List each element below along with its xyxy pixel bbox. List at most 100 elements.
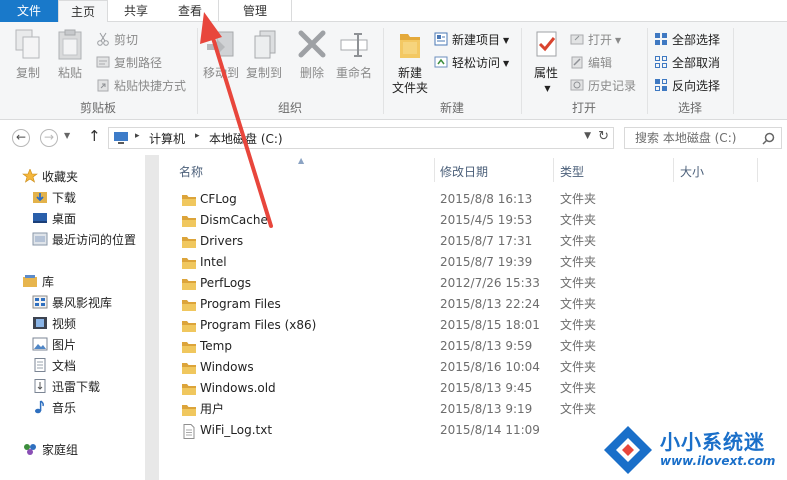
navigation-pane-scrollbar[interactable]: [145, 155, 159, 480]
column-header-name[interactable]: 名称: [179, 162, 203, 182]
copy-path-button[interactable]: 复制路径: [96, 53, 162, 73]
edit-button[interactable]: 编辑: [570, 53, 612, 73]
chevron-down-icon: ▼: [615, 36, 622, 45]
file-name: Program Files (x86): [200, 318, 317, 332]
nav-recent-places-label: 最近访问的位置: [52, 233, 137, 247]
tab-file[interactable]: 文件: [0, 0, 58, 22]
file-row[interactable]: CFLog 2015/8/8 16:13 文件夹: [159, 189, 787, 210]
file-row[interactable]: Windows.old 2015/8/13 9:45 文件夹: [159, 378, 787, 399]
column-header-type[interactable]: 类型: [560, 162, 584, 182]
nav-xunlei-downloads-label: 迅雷下载: [52, 380, 101, 394]
tab-manage[interactable]: 管理: [218, 0, 292, 22]
tab-view[interactable]: 查看: [166, 0, 214, 22]
nav-downloads[interactable]: 下载: [32, 188, 76, 208]
baofeng-library-icon: [32, 295, 48, 309]
downloads-icon: [32, 190, 48, 204]
address-bar[interactable]: ▸ 计算机 ▸ 本地磁盘 (C:) ▼ ↻: [108, 127, 614, 149]
nav-recent-places[interactable]: 最近访问的位置: [32, 230, 136, 250]
file-row[interactable]: PerfLogs 2012/7/26 15:33 文件夹: [159, 273, 787, 294]
paste-button[interactable]: 粘贴: [50, 28, 90, 81]
file-name: WiFi_Log.txt: [200, 423, 273, 437]
breadcrumb-chevron-icon[interactable]: ▸: [135, 131, 140, 141]
nav-homegroup[interactable]: 家庭组: [22, 440, 78, 460]
easy-access-button[interactable]: 轻松访问 ▼: [434, 53, 509, 73]
refresh-icon[interactable]: ↻: [598, 129, 609, 144]
select-none-label: 全部取消: [672, 56, 721, 70]
star-icon: [22, 168, 38, 183]
file-row[interactable]: Temp 2015/8/13 9:59 文件夹: [159, 336, 787, 357]
nav-desktop[interactable]: 桌面: [32, 209, 76, 229]
paste-shortcut-button[interactable]: 粘贴快捷方式: [96, 76, 186, 96]
copy-to-button[interactable]: 复制到: [242, 28, 286, 81]
back-arrow-icon[interactable]: ←: [12, 129, 30, 147]
nav-favorites[interactable]: 收藏夹: [22, 167, 78, 187]
properties-button[interactable]: 属性 ▼: [526, 28, 566, 96]
forward-arrow-icon[interactable]: →: [40, 129, 58, 147]
invert-selection-button[interactable]: 反向选择: [654, 76, 720, 96]
file-name: PerfLogs: [200, 276, 252, 290]
clipboard-group: 复制 粘贴 剪切 复制路径 粘贴快捷方式 剪贴板: [0, 24, 196, 118]
file-name: Program Files: [200, 297, 281, 311]
copy-icon: [15, 29, 40, 59]
cut-button[interactable]: 剪切: [96, 30, 138, 50]
file-type: 文件夹: [560, 255, 597, 269]
file-row[interactable]: Intel 2015/8/7 19:39 文件夹: [159, 252, 787, 273]
file-row[interactable]: Program Files 2015/8/13 22:24 文件夹: [159, 294, 787, 315]
watermark-url: www.ilovext.com: [660, 454, 776, 468]
history-button[interactable]: 历史记录: [570, 76, 636, 96]
column-header-date[interactable]: 修改日期: [440, 162, 488, 182]
file-row[interactable]: 用户 2015/8/13 9:19 文件夹: [159, 399, 787, 420]
nav-baofeng-library[interactable]: 暴风影视库: [32, 293, 112, 313]
search-input[interactable]: 搜索 本地磁盘 (C:): [624, 127, 782, 149]
new-folder-button[interactable]: 新建 文件夹: [388, 28, 432, 96]
file-modified-date: 2015/8/15 18:01: [440, 318, 540, 332]
file-row[interactable]: Windows 2015/8/16 10:04 文件夹: [159, 357, 787, 378]
navigation-bar: ← → ▼ ↑ ▸ 计算机 ▸ 本地磁盘 (C:) ▼ ↻ 搜索 本地磁盘 (C…: [0, 121, 787, 155]
new-folder-label-line2: 文件夹: [391, 81, 428, 95]
open-group: 属性 ▼ 打开 ▼ 编辑 历史记录 打开: [522, 24, 646, 118]
column-header-size[interactable]: 大小: [680, 162, 704, 182]
move-to-button[interactable]: 移动到: [200, 28, 242, 81]
tab-home[interactable]: 主页: [58, 0, 108, 23]
breadcrumb-computer[interactable]: 计算机: [149, 130, 185, 147]
nav-documents[interactable]: 文档: [32, 356, 76, 376]
file-row[interactable]: Drivers 2015/8/7 17:31 文件夹: [159, 231, 787, 252]
nav-libraries[interactable]: 库: [22, 272, 54, 292]
rename-button[interactable]: 重命名: [332, 28, 376, 81]
open-button[interactable]: 打开 ▼: [570, 30, 621, 50]
history-label: 历史记录: [588, 79, 637, 93]
rename-label: 重命名: [335, 66, 372, 80]
nav-xunlei-downloads[interactable]: 迅雷下载: [32, 377, 100, 397]
copy-button[interactable]: 复制: [8, 28, 48, 81]
copy-path-icon: [96, 55, 110, 69]
address-history-chevron-icon[interactable]: ▼: [584, 131, 591, 141]
documents-icon: [32, 358, 48, 372]
breadcrumb-chevron-icon[interactable]: ▸: [195, 131, 200, 141]
file-row[interactable]: DismCache 2015/4/5 19:53 文件夹: [159, 210, 787, 231]
file-list-header: ▲ 名称 修改日期 类型 大小: [159, 156, 787, 182]
file-type: 文件夹: [560, 381, 597, 395]
delete-button[interactable]: 删除: [294, 28, 330, 81]
folder-icon: [400, 34, 420, 58]
folder-icon: [181, 403, 197, 416]
folder-icon: [181, 298, 197, 311]
file-row[interactable]: Program Files (x86) 2015/8/15 18:01 文件夹: [159, 315, 787, 336]
rename-icon: [340, 33, 368, 57]
new-item-button[interactable]: 新建项目 ▼: [434, 30, 509, 50]
open-icon: [570, 32, 584, 46]
breadcrumb-local-disk[interactable]: 本地磁盘 (C:): [209, 130, 283, 147]
recent-locations-chevron-icon[interactable]: ▼: [64, 131, 70, 140]
select-all-button[interactable]: 全部选择: [654, 30, 720, 50]
select-none-button[interactable]: 全部取消: [654, 53, 720, 73]
nav-videos[interactable]: 视频: [32, 314, 76, 334]
column-divider[interactable]: [434, 158, 435, 182]
column-divider[interactable]: [673, 158, 674, 182]
file-type: 文件夹: [560, 339, 597, 353]
folder-icon: [181, 256, 197, 269]
tab-share[interactable]: 共享: [110, 0, 162, 22]
column-divider[interactable]: [757, 158, 758, 182]
nav-pictures[interactable]: 图片: [32, 335, 76, 355]
column-divider[interactable]: [553, 158, 554, 182]
nav-music[interactable]: 音乐: [32, 398, 76, 418]
up-arrow-icon[interactable]: ↑: [88, 127, 101, 145]
